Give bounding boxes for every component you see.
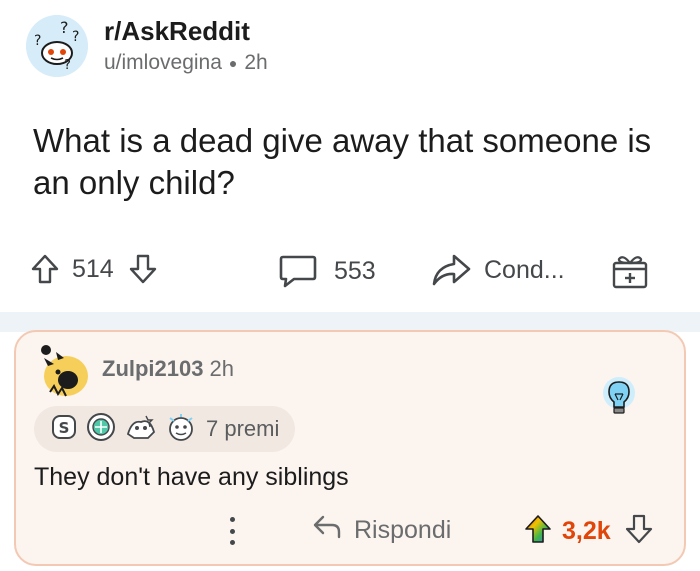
comment-author[interactable]: Zulpi2103	[102, 356, 203, 381]
post-action-bar: 514 553 Cond...	[30, 245, 670, 301]
svg-text:?: ?	[72, 29, 79, 45]
comment-body: They don't have any siblings	[34, 463, 349, 491]
subreddit-avatar-icon[interactable]: ? ? ? ?	[26, 15, 88, 77]
awards-count-label: 7 premi	[206, 416, 280, 441]
reply-label: Rispondi	[354, 516, 452, 544]
give-award-button[interactable]	[610, 251, 650, 291]
upvoted-arrow-icon[interactable]	[524, 514, 552, 549]
comments-button[interactable]: 553	[262, 253, 376, 289]
svg-text:?: ?	[60, 18, 69, 37]
comment-count: 553	[334, 256, 376, 285]
post-author[interactable]: u/imlovegina	[104, 48, 222, 78]
post-time: 2h	[244, 51, 268, 74]
wholesome-award-icon	[124, 412, 158, 447]
lightbulb-icon	[600, 376, 638, 425]
post-vote-group: 514	[30, 253, 158, 285]
comment-score: 3,2k	[562, 517, 611, 545]
comment-card: Zulpi2103 2h S 7 premi They don't have an…	[14, 330, 686, 566]
svg-text:S: S	[59, 419, 70, 437]
post-title[interactable]: What is a dead give away that someone is…	[33, 120, 673, 204]
awards-pill[interactable]: S 7 premi	[34, 406, 296, 452]
arrow-down-icon[interactable]	[625, 514, 653, 549]
svg-text:?: ?	[64, 58, 71, 73]
post-author-line: u/imlovegina ● 2h	[104, 48, 268, 78]
silver-award-icon: S	[50, 413, 78, 446]
comment-time: 2h	[209, 356, 234, 381]
share-label: Cond...	[484, 255, 565, 284]
comment-vote-group: 3,2k	[524, 514, 653, 549]
share-button[interactable]: Cond...	[418, 253, 565, 287]
post-header: ? ? ? ? r/AskReddit u/imlovegina ● 2h	[26, 14, 268, 78]
globe-award-icon	[86, 412, 116, 447]
commenter-avatar-icon[interactable]	[38, 342, 90, 398]
reply-button[interactable]: Rispondi	[312, 514, 451, 547]
gift-box-icon	[610, 251, 650, 291]
separator-dot: ●	[228, 55, 238, 71]
subreddit-name[interactable]: r/AskReddit	[104, 14, 268, 48]
post-meta: r/AskReddit u/imlovegina ● 2h	[104, 14, 268, 78]
share-arrow-icon	[430, 253, 472, 287]
chat-bubble-icon	[278, 253, 318, 289]
arrow-up-icon[interactable]	[30, 253, 60, 285]
more-options-icon[interactable]	[222, 514, 242, 548]
helpful-award-icon	[166, 412, 196, 447]
svg-text:?: ?	[34, 33, 41, 49]
comment-author-line: Zulpi2103 2h	[102, 356, 234, 382]
section-divider	[0, 312, 700, 332]
reply-arrow-icon	[312, 514, 342, 547]
post-score: 514	[72, 254, 114, 283]
comment-action-bar: Rispondi 3,2k	[16, 512, 684, 552]
arrow-down-icon[interactable]	[128, 253, 158, 285]
